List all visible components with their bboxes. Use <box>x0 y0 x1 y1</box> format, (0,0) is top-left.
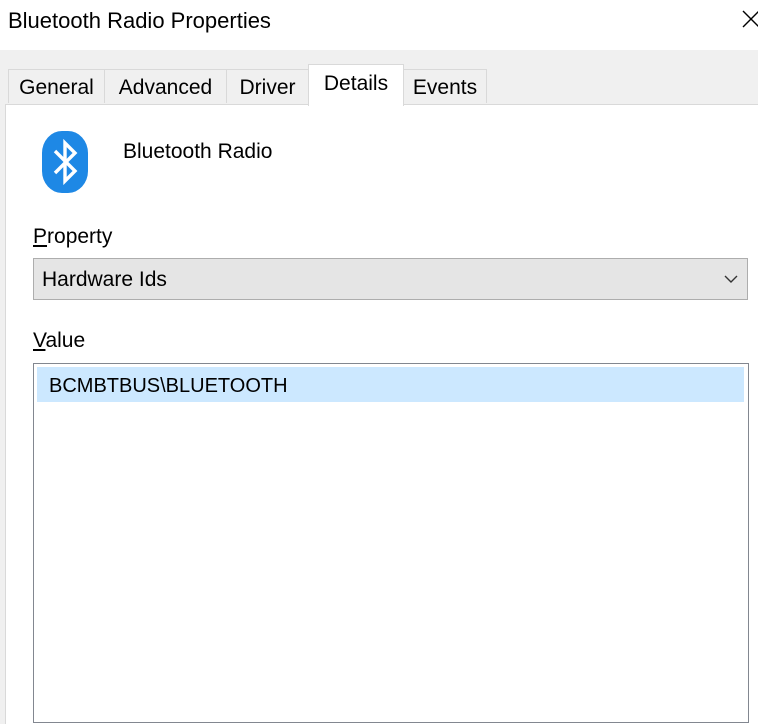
list-item[interactable]: BCMBTBUS\BLUETOOTH <box>37 367 744 402</box>
tab-general[interactable]: General <box>8 69 105 103</box>
tab-strip: General Advanced Driver Details Events <box>0 50 758 106</box>
tab-details[interactable]: Details <box>308 64 404 106</box>
tab-advanced[interactable]: Advanced <box>104 69 227 103</box>
value-listbox[interactable]: BCMBTBUS\BLUETOOTH <box>33 363 749 723</box>
close-button[interactable] <box>734 0 758 40</box>
window-title: Bluetooth Radio Properties <box>8 8 271 33</box>
tab-events[interactable]: Events <box>403 69 487 103</box>
close-icon <box>742 10 758 28</box>
device-name: Bluetooth Radio <box>123 140 273 163</box>
property-label: Property <box>33 225 113 248</box>
chevron-down-icon <box>724 275 738 283</box>
list-item-text: BCMBTBUS\BLUETOOTH <box>49 375 288 397</box>
value-label: Value <box>33 329 86 352</box>
tab-driver[interactable]: Driver <box>226 69 309 103</box>
bluetooth-icon <box>42 131 88 193</box>
title-bar: Bluetooth Radio Properties <box>0 0 758 50</box>
property-selected-value: Hardware Ids <box>42 268 167 291</box>
properties-dialog: Bluetooth Radio Properties General Advan… <box>0 0 758 724</box>
property-dropdown[interactable]: Hardware Ids <box>33 258 748 300</box>
